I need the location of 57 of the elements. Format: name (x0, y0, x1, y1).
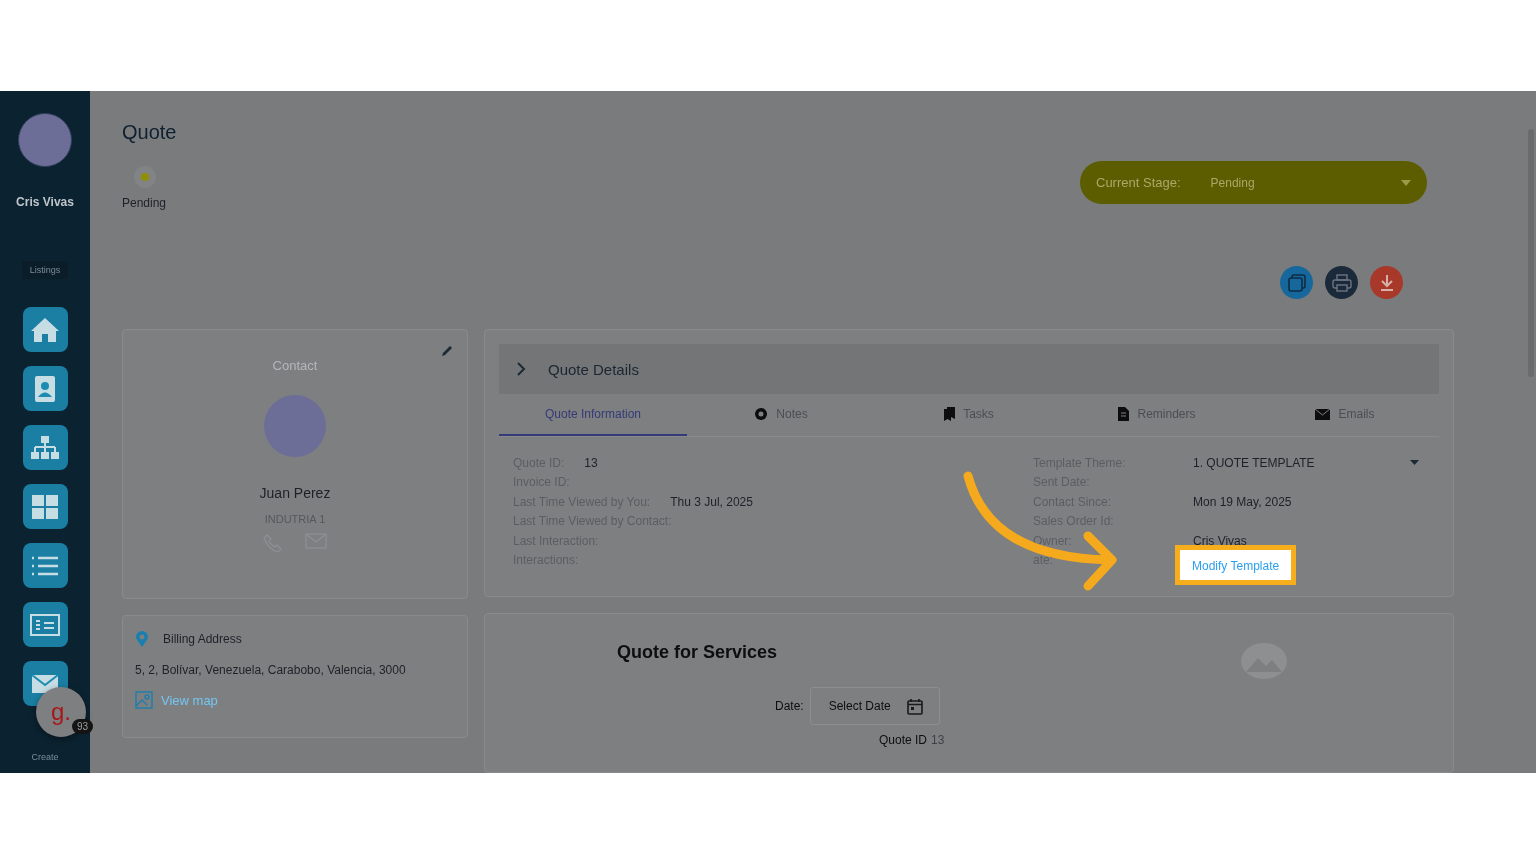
notification-count: 93 (72, 719, 94, 734)
list-icon (31, 554, 59, 577)
download-icon (1379, 273, 1394, 292)
house-icon (30, 315, 60, 344)
stage-select[interactable]: Current Stage: Pending (1080, 161, 1427, 204)
print-button[interactable] (1325, 266, 1358, 299)
billing-address: 5, 2, Bolívar, Venezuela, Carabobo, Valencia, 3000 (135, 663, 407, 677)
quote-id-value: 13 (931, 733, 945, 747)
billing-heading: Billing Address (163, 632, 242, 646)
document-icon (1118, 407, 1130, 421)
section-label: Listings (21, 261, 69, 279)
date-picker[interactable]: Select Date (809, 687, 940, 725)
date-label: Date: (775, 699, 804, 713)
printer-icon (1331, 273, 1352, 292)
copy-button[interactable] (1280, 266, 1313, 299)
field-value: Cris Vivas (1193, 533, 1247, 548)
status-label: Pending (122, 196, 167, 210)
download-button[interactable] (1370, 266, 1403, 299)
tab[interactable]: Quote Information (499, 394, 687, 436)
section-label: Create (31, 752, 59, 762)
org-chart-icon (30, 434, 60, 461)
template-select[interactable]: 1. QUOTE TEMPLATE (1193, 455, 1425, 470)
envelope-icon (31, 673, 59, 694)
status-dot (134, 166, 156, 188)
modify-template-link[interactable]: Modify Template (1192, 559, 1280, 574)
user-avatar (18, 113, 72, 167)
location-pin-icon (135, 630, 149, 648)
caret-icon (1401, 179, 1411, 186)
id-card-icon (34, 374, 56, 403)
pencil-icon[interactable] (441, 345, 453, 357)
bill-icon (30, 613, 60, 636)
field-value: 13 (584, 455, 598, 470)
invoice-nav-button[interactable] (22, 602, 68, 647)
home-nav-button[interactable] (22, 307, 68, 352)
contact-name: Juan Perez (259, 485, 331, 501)
quote-details-header[interactable]: Quote Details (499, 344, 1439, 394)
notes-icon (754, 407, 769, 421)
caret-icon (1410, 460, 1419, 466)
chevron-right-icon (517, 362, 526, 376)
field-value: Mon 19 May, 2025 (1193, 494, 1292, 509)
envelope-icon (1315, 408, 1331, 420)
card-heading: Contact (272, 358, 318, 373)
hierarchy-nav-button[interactable] (22, 425, 68, 470)
calendar-icon (906, 697, 923, 715)
grid-nav-button[interactable] (22, 484, 68, 529)
map-icon (135, 691, 153, 709)
copy-icon (1287, 273, 1306, 292)
contact-nav-button[interactable] (22, 366, 68, 411)
list-nav-button[interactable] (22, 543, 68, 588)
user-name: Cris Vivas (16, 195, 74, 209)
grid-icon (31, 493, 59, 520)
bookmarks-icon (944, 407, 956, 421)
field-value: Thu 3 Jul, 2025 (670, 494, 753, 509)
preview-title: Quote for Services (617, 642, 778, 663)
quote-id-label: Quote ID (879, 733, 928, 747)
page-title: Quote (122, 121, 177, 144)
view-map-link[interactable]: View map (161, 692, 218, 708)
